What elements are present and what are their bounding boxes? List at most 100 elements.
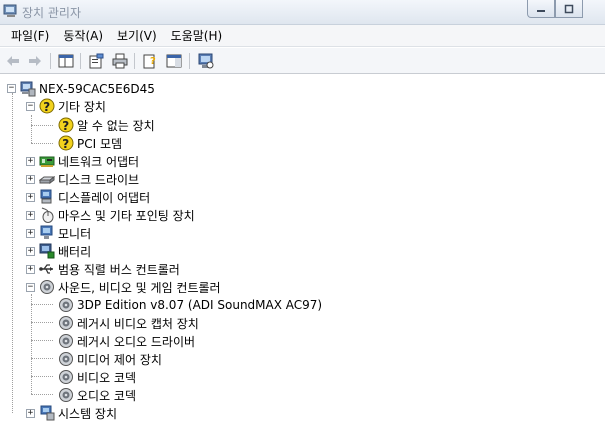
usb-icon	[39, 264, 53, 274]
forward-button[interactable]	[27, 53, 43, 69]
print-button[interactable]	[112, 53, 128, 69]
menu-view[interactable]: 보기(V)	[110, 27, 164, 44]
back-arrow-icon	[7, 56, 19, 66]
tree-category-disk-drives[interactable]: 디스크 드라이브	[39, 170, 139, 188]
unknown-device-icon: ?	[58, 117, 74, 133]
forward-arrow-icon	[29, 56, 41, 66]
back-button[interactable]	[5, 53, 21, 69]
menu-file[interactable]: 파일(F)	[4, 27, 56, 44]
unknown-device-icon: ?	[58, 135, 74, 151]
collapse-toggle[interactable]: −	[26, 102, 35, 111]
tree-category-network-adapters[interactable]: 네트워크 어댑터	[39, 152, 139, 170]
unknown-device-icon: ?	[39, 98, 55, 114]
show-hide-console-tree-button[interactable]	[58, 53, 74, 69]
svg-text:?: ?	[62, 137, 69, 151]
tree-line	[31, 358, 53, 359]
tree-line	[31, 143, 53, 144]
tree-device[interactable]: ? 알 수 없는 장치	[58, 116, 155, 134]
tree-line	[31, 394, 53, 395]
tree-category-system-devices[interactable]: 시스템 장치	[39, 404, 117, 422]
sound-device-icon	[59, 298, 73, 312]
toolbar-separator	[80, 53, 81, 69]
sound-icon	[40, 280, 54, 294]
help-button[interactable]: ?	[142, 53, 158, 69]
tree-root[interactable]: NEX-59CAC5E6D45	[20, 80, 155, 98]
expand-toggle[interactable]: +	[26, 157, 35, 166]
tree-category-sound-video-game[interactable]: 사운드, 비디오 및 게임 컨트롤러	[39, 278, 221, 296]
tree-line	[12, 93, 13, 413]
properties-icon	[89, 53, 104, 69]
tree-line	[31, 294, 32, 394]
view-panel-button[interactable]	[166, 53, 182, 69]
expand-toggle[interactable]: +	[26, 211, 35, 220]
scan-hardware-button[interactable]	[198, 53, 214, 69]
tree-category-display-adapters[interactable]: 디스플레이 어댑터	[39, 188, 150, 206]
disk-drive-icon	[39, 176, 55, 184]
tree-device[interactable]: 3DP Edition v8.07 (ADI SoundMAX AC97)	[58, 296, 322, 314]
sound-device-icon	[59, 370, 73, 384]
maximize-icon	[564, 4, 574, 13]
sound-device-icon	[59, 316, 73, 330]
tree-category-mice[interactable]: 마우스 및 기타 포인팅 장치	[39, 206, 195, 224]
expand-toggle[interactable]: +	[26, 193, 35, 202]
mouse-icon	[41, 207, 54, 223]
expand-toggle[interactable]: +	[26, 409, 35, 418]
properties-button[interactable]	[88, 53, 104, 69]
toolbar-separator	[189, 53, 190, 69]
scan-hardware-icon	[198, 53, 214, 69]
tree-device[interactable]: 오디오 코덱	[58, 386, 136, 404]
tree-line	[31, 340, 53, 341]
menu-help[interactable]: 도움말(H)	[164, 27, 230, 44]
tree-category-usb-controllers[interactable]: 범용 직렬 버스 컨트롤러	[39, 260, 180, 278]
computer-icon	[20, 81, 36, 97]
computer-name: NEX-59CAC5E6D45	[39, 82, 155, 96]
tree-line	[31, 304, 53, 305]
toolbar-separator	[50, 53, 51, 69]
tree-category-monitors[interactable]: 모니터	[39, 224, 91, 242]
menu-action[interactable]: 동작(A)	[56, 27, 110, 44]
collapse-toggle[interactable]: −	[7, 84, 16, 93]
tree-device[interactable]: 미디어 제어 장치	[58, 350, 162, 368]
window-title: 장치 관리자	[22, 6, 82, 20]
device-tree: − NEX-59CAC5E6D45 − ? 기타 장치 ? 알 수 없는 장치 …	[0, 75, 605, 424]
minimize-icon	[537, 9, 545, 12]
menu-bar: 파일(F) 동작(A) 보기(V) 도움말(H)	[0, 25, 605, 47]
tree-device[interactable]: 레거시 비디오 캡처 장치	[58, 314, 199, 332]
sound-device-icon	[59, 388, 73, 402]
sound-device-icon	[59, 334, 73, 348]
battery-icon	[39, 243, 55, 259]
toolbar: ?	[0, 48, 605, 74]
tree-line	[31, 115, 32, 143]
system-device-icon	[40, 405, 55, 421]
device-manager-icon	[3, 4, 17, 17]
monitor-icon	[40, 225, 53, 239]
tree-device[interactable]: 레거시 오디오 드라이버	[58, 332, 195, 350]
svg-text:?: ?	[62, 119, 69, 133]
maximize-button[interactable]	[555, 0, 583, 18]
tree-device[interactable]: ? PCI 모뎀	[58, 134, 122, 152]
minimize-button[interactable]	[527, 0, 555, 18]
tree-category-batteries[interactable]: 배터리	[39, 242, 91, 260]
tree-device[interactable]: 비디오 코덱	[58, 368, 136, 386]
tree-category-other-devices[interactable]: ? 기타 장치	[39, 97, 106, 115]
network-adapter-icon	[39, 156, 55, 167]
expand-toggle[interactable]: +	[26, 265, 35, 274]
tree-line	[31, 125, 53, 126]
collapse-toggle[interactable]: −	[26, 283, 35, 292]
help-icon: ?	[143, 54, 156, 69]
tree-line	[31, 376, 53, 377]
properties-view-icon	[58, 54, 74, 68]
tree-line	[31, 322, 53, 323]
title-bar: 장치 관리자	[0, 0, 605, 25]
print-icon	[112, 53, 128, 69]
expand-toggle[interactable]: +	[26, 229, 35, 238]
expand-toggle[interactable]: +	[26, 175, 35, 184]
display-adapter-icon	[40, 189, 52, 204]
svg-text:?: ?	[43, 100, 50, 114]
view-panel-icon	[166, 54, 182, 68]
svg-text:?: ?	[150, 56, 156, 67]
window-controls	[527, 0, 583, 20]
toolbar-separator	[134, 53, 135, 69]
sound-device-icon	[59, 352, 73, 366]
expand-toggle[interactable]: +	[26, 247, 35, 256]
